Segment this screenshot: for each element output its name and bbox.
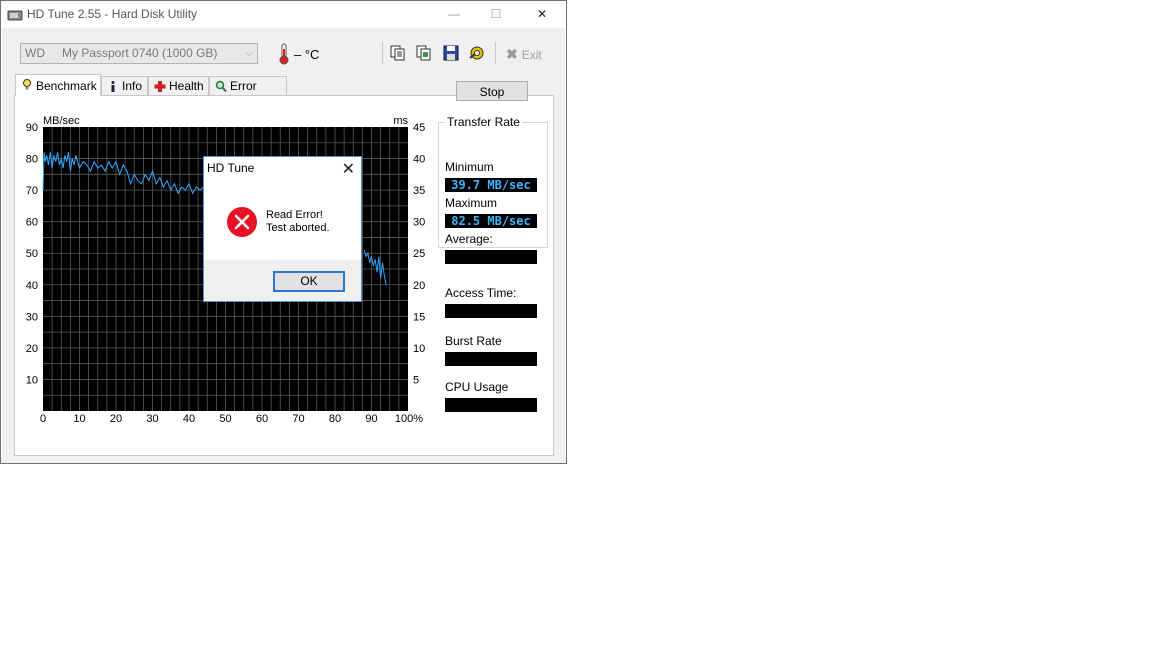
y2-tick-label: 40 — [413, 154, 425, 166]
transfer-rate-title: Transfer Rate — [445, 115, 522, 129]
access-time-value — [445, 304, 537, 318]
x-tick-label: 60 — [256, 413, 268, 425]
y2-axis-label: ms — [393, 115, 408, 127]
tab-benchmark[interactable]: Benchmark — [15, 74, 101, 96]
tab-label: Benchmark — [36, 79, 97, 93]
x-tick-label: 70 — [292, 413, 304, 425]
x-tick-label: 80 — [329, 413, 341, 425]
stop-button[interactable]: Stop — [456, 81, 528, 101]
dialog-message-line1: Read Error! — [266, 209, 323, 221]
y2-tick-label: 20 — [413, 280, 425, 292]
x-tick-label: 50 — [219, 413, 231, 425]
x-tick-label: 10 — [73, 413, 85, 425]
y-axis-label: MB/sec — [43, 115, 80, 127]
error-icon — [227, 207, 257, 237]
access-time-label: Access Time: — [445, 286, 517, 300]
y2-tick-label: 10 — [413, 343, 425, 355]
y-tick-label: 90 — [26, 122, 38, 134]
y2-tick-label: 5 — [413, 374, 419, 386]
y-tick-label: 20 — [26, 343, 38, 355]
x-tick-label: 90 — [365, 413, 377, 425]
dialog-footer: OK — [204, 260, 361, 301]
cpu-usage-label: CPU Usage — [445, 380, 509, 394]
average-value — [445, 250, 537, 264]
y-tick-label: 10 — [26, 374, 38, 386]
y-tick-label: 40 — [26, 280, 38, 292]
y-tick-label: 70 — [26, 185, 38, 197]
y2-tick-label: 30 — [413, 217, 425, 229]
dialog-close-button[interactable]: ✕ — [342, 159, 355, 179]
x-tick-label: 100% — [395, 413, 423, 425]
y2-tick-label: 25 — [413, 248, 425, 260]
y2-tick-label: 15 — [413, 311, 425, 323]
ok-button[interactable]: OK — [273, 271, 345, 292]
y2-tick-label: 35 — [413, 185, 425, 197]
dialog-message-line2: Test aborted. — [266, 222, 330, 234]
burst-rate-label: Burst Rate — [445, 334, 502, 348]
y-tick-label: 50 — [26, 248, 38, 260]
x-tick-label: 40 — [183, 413, 195, 425]
minimum-value: 39.7 MB/sec — [445, 178, 537, 192]
average-label: Average: — [445, 232, 493, 246]
y-tick-label: 30 — [26, 311, 38, 323]
lightbulb-icon — [23, 79, 31, 90]
maximum-label: Maximum — [445, 196, 498, 210]
dialog-title: HD Tune — [207, 161, 255, 175]
x-tick-label: 20 — [110, 413, 122, 425]
y-tick-label: 80 — [26, 154, 38, 166]
maximum-value: 82.5 MB/sec — [445, 214, 537, 228]
minimum-label: Minimum — [445, 160, 494, 174]
burst-rate-value — [445, 352, 537, 366]
y2-tick-label: 45 — [413, 122, 425, 134]
x-tick-label: 0 — [40, 413, 46, 425]
error-dialog: HD Tune ✕ Read Error! Test aborted. OK — [203, 156, 362, 302]
x-tick-label: 30 — [146, 413, 158, 425]
cpu-usage-value — [445, 398, 537, 412]
y-tick-label: 60 — [26, 217, 38, 229]
